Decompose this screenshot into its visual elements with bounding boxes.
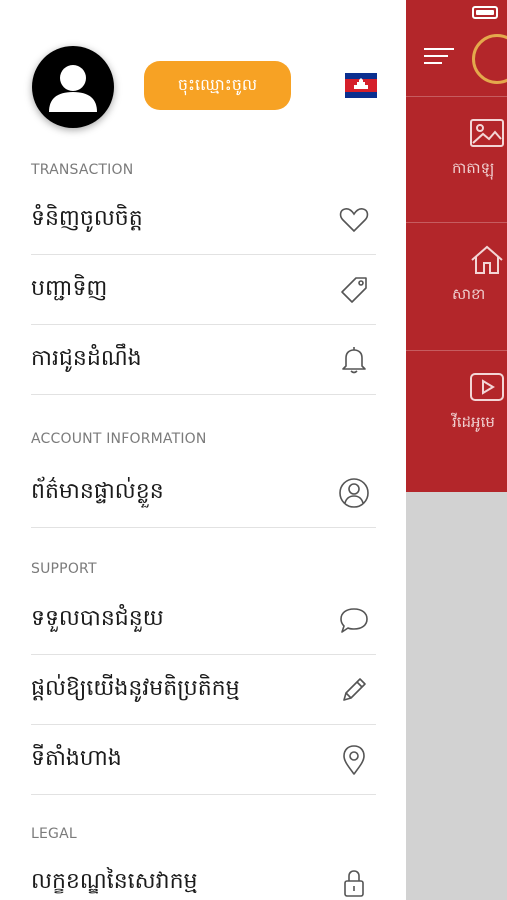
menu-item-terms[interactable]: លក្ខខណ្ឌនៃសេវាកម្ម: [31, 848, 376, 900]
play-icon: [470, 373, 504, 401]
user-avatar-icon: [49, 65, 97, 112]
catalog-tile[interactable]: កាតាឡុ: [406, 96, 507, 224]
image-icon: [470, 119, 504, 147]
menu-item-orders[interactable]: បញ្ជាទិញ: [31, 255, 376, 325]
heart-icon: [338, 204, 370, 236]
menu-item-label: ទំនិញចូលចិត្ត: [31, 205, 143, 231]
user-circle-icon: [338, 477, 370, 509]
avatar[interactable]: [32, 46, 114, 128]
menu-item-label: ព័ត៌មានផ្ទាល់ខ្លួន: [31, 478, 164, 504]
map-pin-icon: [338, 744, 370, 776]
menu-item-help[interactable]: ទទួលបានជំនួយ: [31, 585, 376, 655]
menu-item-label: បញ្ជាទិញ: [31, 275, 108, 301]
hamburger-menu-icon[interactable]: [424, 48, 454, 70]
catalog-tile-label: កាតាឡុ: [452, 159, 495, 177]
section-title-support: SUPPORT: [31, 561, 97, 577]
menu-item-locations[interactable]: ទីតាំងហាង: [31, 725, 376, 795]
section-title-legal: LEGAL: [31, 826, 77, 842]
branch-tile[interactable]: សាខា: [406, 222, 507, 350]
battery-icon: [472, 6, 498, 19]
menu-item-label: ទីតាំងហាង: [31, 745, 122, 771]
cambodia-flag-icon[interactable]: [345, 73, 377, 98]
chat-bubble-icon: [338, 604, 370, 636]
background-menu-panel: កាតាឡុ សាខា វីដេអូមេ: [406, 96, 507, 492]
menu-item-label: ទទួលបានជំនួយ: [31, 605, 164, 631]
tag-icon: [338, 274, 370, 306]
section-title-account: ACCOUNT INFORMATION: [31, 431, 207, 447]
menu-item-feedback[interactable]: ផ្តល់ឱ្យយើងនូវមតិប្រតិកម្ម: [31, 655, 376, 725]
side-drawer: ចុះឈ្មោះចូល TRANSACTION ទំនិញចូលចិត្ត បញ…: [0, 0, 406, 900]
menu-item-favorites[interactable]: ទំនិញចូលចិត្ត: [31, 185, 376, 255]
video-tile[interactable]: វីដេអូមេ: [406, 350, 507, 478]
menu-item-label: ផ្តល់ឱ្យយើងនូវមតិប្រតិកម្ម: [31, 675, 240, 701]
video-tile-label: វីដេអូមេ: [452, 413, 495, 431]
background-app: កាតាឡុ សាខា វីដេអូមេ: [406, 0, 507, 900]
login-button[interactable]: ចុះឈ្មោះចូល: [144, 61, 291, 110]
home-icon: [470, 245, 504, 274]
menu-item-notifications[interactable]: ការជូនដំណឹង: [31, 325, 376, 395]
menu-item-label: លក្ខខណ្ឌនៃសេវាកម្ម: [31, 869, 198, 894]
lock-icon: [338, 867, 370, 899]
pencil-icon: [338, 674, 370, 706]
menu-item-profile[interactable]: ព័ត៌មានផ្ទាល់ខ្លួន: [31, 458, 376, 528]
branch-tile-label: សាខា: [452, 285, 486, 303]
menu-item-label: ការជូនដំណឹង: [31, 345, 142, 371]
bell-icon: [338, 344, 370, 376]
section-title-transaction: TRANSACTION: [31, 162, 134, 178]
